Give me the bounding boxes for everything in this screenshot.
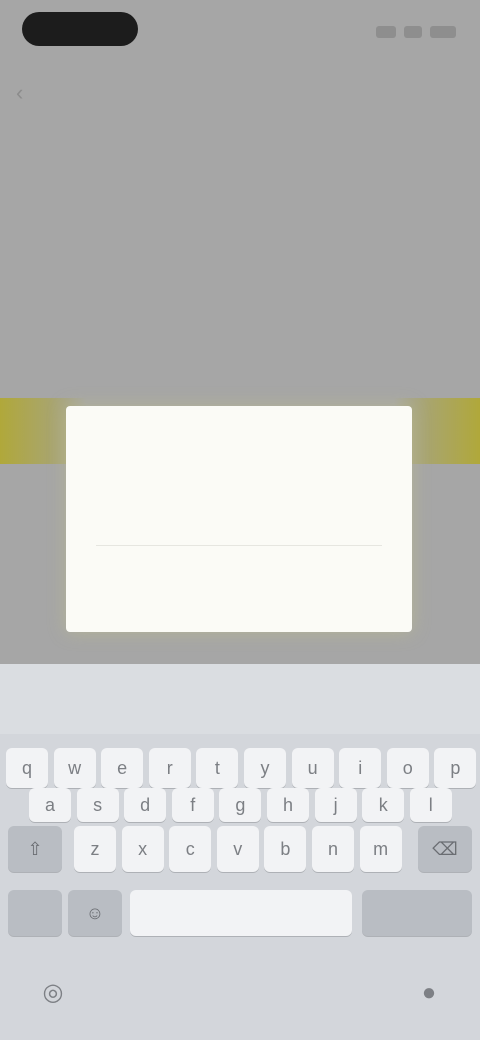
key-t[interactable]: t bbox=[196, 748, 239, 788]
key-o[interactable]: o bbox=[386, 748, 429, 788]
signal-icon bbox=[376, 26, 396, 38]
return-key[interactable] bbox=[362, 890, 472, 936]
key-a[interactable]: a bbox=[29, 788, 71, 822]
status-time bbox=[22, 12, 138, 46]
suggestion-3[interactable] bbox=[330, 686, 460, 712]
status-icons bbox=[376, 22, 456, 42]
key-b[interactable]: b bbox=[264, 826, 307, 872]
wifi-icon bbox=[404, 26, 422, 38]
key-v[interactable]: v bbox=[216, 826, 259, 872]
key-c[interactable]: c bbox=[169, 826, 212, 872]
space-key[interactable] bbox=[130, 890, 352, 936]
emoji-key[interactable]: ☺ bbox=[68, 890, 122, 936]
mic-icon[interactable]: ● bbox=[414, 978, 444, 1008]
key-x[interactable]: x bbox=[121, 826, 164, 872]
key-u[interactable]: u bbox=[291, 748, 334, 788]
key-i[interactable]: i bbox=[339, 748, 382, 788]
key-y[interactable]: y bbox=[244, 748, 286, 788]
emoji-icon: ☺ bbox=[85, 903, 105, 923]
numbers-key[interactable] bbox=[8, 890, 62, 936]
cancel-button[interactable] bbox=[114, 592, 210, 620]
ok-button[interactable] bbox=[286, 592, 376, 620]
key-j[interactable]: j bbox=[314, 788, 357, 822]
key-f[interactable]: f bbox=[171, 788, 214, 822]
suggestion-2[interactable] bbox=[175, 686, 305, 712]
suggestion-bar bbox=[0, 664, 480, 734]
shift-key[interactable]: ⇧ bbox=[8, 826, 62, 872]
key-h[interactable]: h bbox=[267, 788, 309, 822]
globe-icon[interactable]: ◎ bbox=[38, 978, 68, 1008]
suggestion-1[interactable] bbox=[20, 686, 150, 712]
key-g[interactable]: g bbox=[219, 788, 262, 822]
key-z[interactable]: z bbox=[74, 826, 116, 872]
key-r[interactable]: r bbox=[148, 748, 191, 788]
key-s[interactable]: s bbox=[76, 788, 119, 822]
key-q[interactable]: q bbox=[6, 748, 48, 788]
key-l[interactable]: l bbox=[409, 788, 452, 822]
key-n[interactable]: n bbox=[312, 826, 354, 872]
backspace-icon: ⌫ bbox=[432, 839, 458, 859]
key-p[interactable]: p bbox=[434, 748, 477, 788]
dialog-actions bbox=[66, 586, 412, 626]
back-arrow-icon[interactable]: ‹ bbox=[16, 82, 38, 104]
key-e[interactable]: e bbox=[101, 748, 144, 788]
dialog-title bbox=[66, 436, 412, 462]
key-d[interactable]: d bbox=[124, 788, 167, 822]
shift-icon: ⇧ bbox=[27, 839, 43, 859]
key-m[interactable]: m bbox=[359, 826, 402, 872]
dialog-text-input[interactable] bbox=[96, 510, 382, 546]
key-k[interactable]: k bbox=[362, 788, 405, 822]
input-dialog bbox=[66, 406, 412, 632]
menu-item-2[interactable] bbox=[150, 334, 330, 368]
soft-keyboard: qwertyuiop asdfghjkl zxcvbnm ⇧ ⌫ ☺ ◎ ● bbox=[0, 664, 480, 1040]
menu-item-1[interactable] bbox=[150, 246, 330, 280]
keyboard-bottom-bar: ◎ ● bbox=[0, 960, 480, 1040]
status-bar bbox=[0, 0, 480, 64]
key-w[interactable]: w bbox=[53, 748, 96, 788]
backspace-key[interactable]: ⌫ bbox=[418, 826, 472, 872]
battery-icon bbox=[430, 26, 456, 38]
page-title bbox=[60, 136, 420, 170]
